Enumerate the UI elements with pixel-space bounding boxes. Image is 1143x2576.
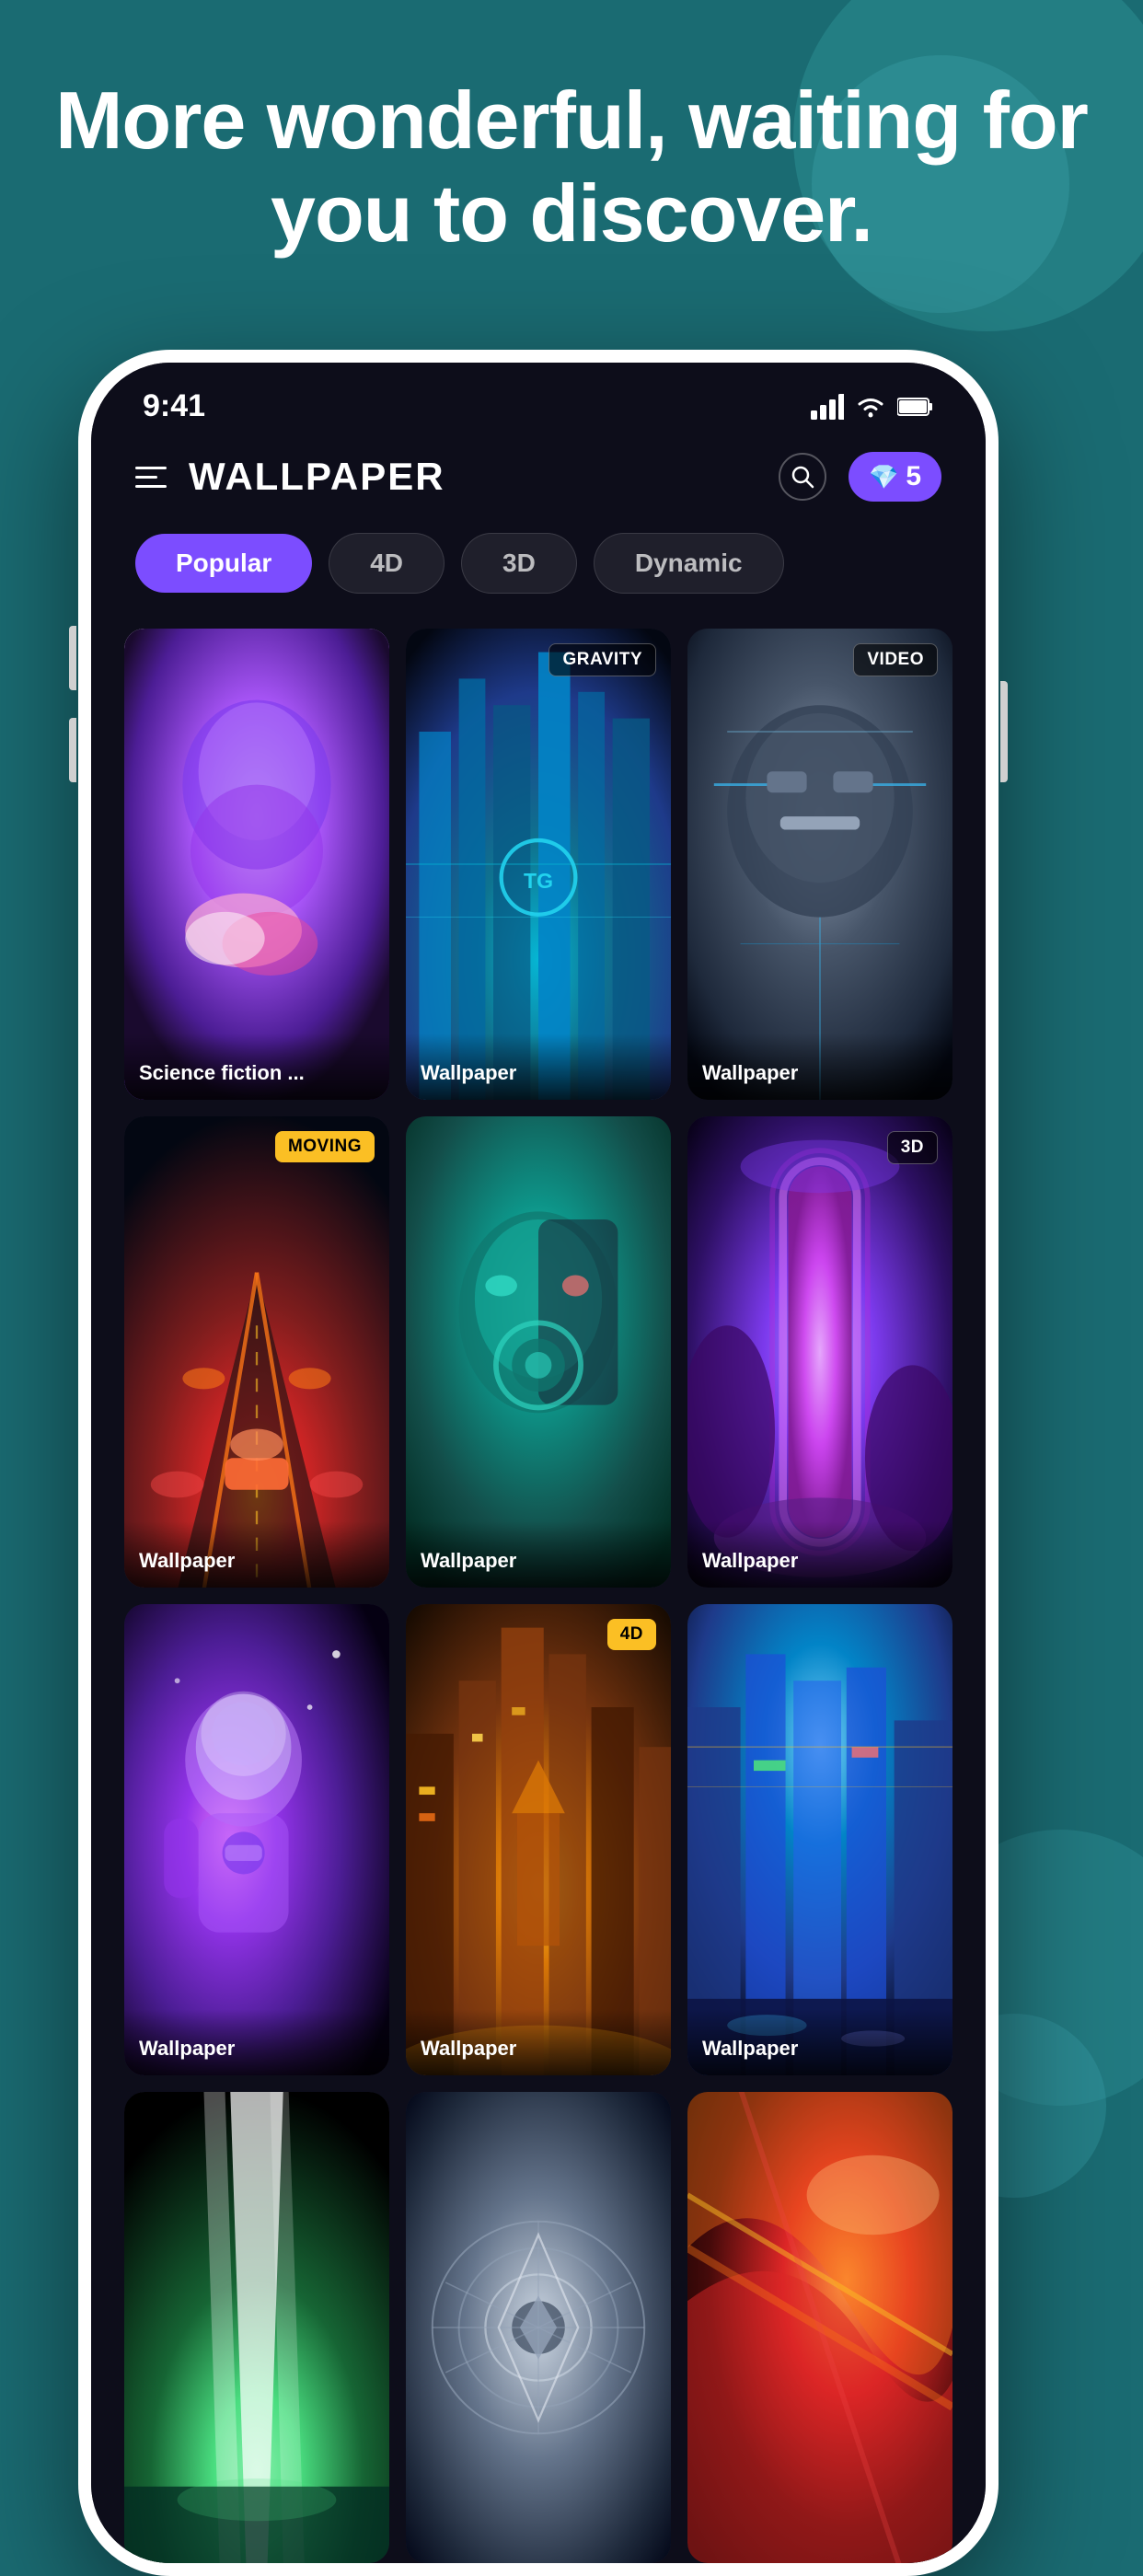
card-7-label-text: Wallpaper [139, 2037, 235, 2060]
card-9-label: Wallpaper [687, 2009, 952, 2075]
tab-dynamic[interactable]: Dynamic [594, 533, 784, 594]
card-4-label-text: Wallpaper [139, 1549, 235, 1572]
menu-line-1 [135, 467, 167, 469]
tab-3d[interactable]: 3D [461, 533, 577, 594]
status-icons [811, 394, 934, 420]
status-time: 9:41 [143, 388, 205, 424]
phone-screen: 9:41 [91, 363, 986, 2563]
hero-title: More wonderful, waiting for you to disco… [55, 74, 1088, 260]
card-6-label-text: Wallpaper [702, 1549, 798, 1572]
card-5-label: Wallpaper [406, 1521, 671, 1588]
wallpaper-card-3[interactable]: VIDEO Wallpaper [687, 629, 952, 1100]
card-2-badge: GRAVITY [548, 643, 656, 676]
card-5-label-text: Wallpaper [421, 1549, 516, 1572]
card-art-1 [124, 629, 389, 1100]
status-bar: 9:41 [91, 363, 986, 433]
card-art-9 [687, 1604, 952, 2075]
card-art-3 [687, 629, 952, 1100]
search-button[interactable] [779, 453, 826, 501]
card-art-6 [687, 1116, 952, 1588]
menu-button[interactable] [135, 467, 167, 488]
svg-text:TG: TG [524, 869, 553, 893]
card-4-badge: MOVING [275, 1131, 375, 1162]
volume-up-button [69, 626, 76, 690]
wallpaper-card-7[interactable]: Wallpaper [124, 1604, 389, 2075]
wallpaper-card-9[interactable]: Wallpaper [687, 1604, 952, 2075]
card-2-label-text: Wallpaper [421, 1061, 516, 1084]
card-6-badge: 3D [887, 1131, 938, 1164]
card-art-7 [124, 1604, 389, 2075]
menu-line-2 [135, 476, 157, 479]
phone-mockup: 9:41 [78, 350, 1072, 2576]
menu-line-3 [135, 485, 167, 488]
gem-count: 5 [906, 461, 921, 492]
card-8-label-text: Wallpaper [421, 2037, 516, 2060]
header-left: WALLPAPER [135, 455, 445, 499]
wallpaper-card-10[interactable] [124, 2092, 389, 2563]
search-icon [791, 465, 814, 489]
volume-down-button [69, 718, 76, 782]
card-1-label: Science fiction ... [124, 1034, 389, 1100]
phone-frame: 9:41 [78, 350, 999, 2576]
wallpaper-card-8[interactable]: 4D Wallpaper [406, 1604, 671, 2075]
card-art-10 [124, 2092, 389, 2563]
card-6-label: Wallpaper [687, 1521, 952, 1588]
battery-icon [897, 397, 934, 417]
tab-4d[interactable]: 4D [329, 533, 444, 594]
signal-icon [811, 394, 844, 420]
header-right: 💎 5 [779, 452, 941, 502]
app-header: WALLPAPER 💎 5 [91, 433, 986, 520]
tab-popular[interactable]: Popular [135, 534, 312, 593]
wallpaper-card-11[interactable] [406, 2092, 671, 2563]
app-title: WALLPAPER [189, 455, 445, 499]
power-button [1000, 681, 1008, 782]
card-art-5 [406, 1116, 671, 1588]
category-tabs: Popular 4D 3D Dynamic [91, 520, 986, 616]
gem-icon: 💎 [869, 463, 898, 491]
wallpaper-card-5[interactable]: Wallpaper [406, 1116, 671, 1588]
card-art-11 [406, 2092, 671, 2563]
card-3-badge: VIDEO [853, 643, 938, 676]
card-3-label: Wallpaper [687, 1034, 952, 1100]
card-3-label-text: Wallpaper [702, 1061, 798, 1084]
card-9-label-text: Wallpaper [702, 2037, 798, 2060]
wallpaper-card-4[interactable]: MOVING Wallpaper [124, 1116, 389, 1588]
wallpaper-card-6[interactable]: 3D Wallpaper [687, 1116, 952, 1588]
card-art-12 [687, 2092, 952, 2563]
wifi-icon [855, 394, 886, 420]
card-8-badge: 4D [607, 1619, 656, 1650]
card-2-label: Wallpaper [406, 1034, 671, 1100]
wallpaper-card-2[interactable]: TG GRAVITY Wallpaper [406, 629, 671, 1100]
card-art-2: TG [406, 629, 671, 1100]
card-art-8 [406, 1604, 671, 2075]
wallpaper-card-12[interactable] [687, 2092, 952, 2563]
card-1-label-text: Science fiction ... [139, 1061, 305, 1084]
card-4-label: Wallpaper [124, 1521, 389, 1588]
card-art-4 [124, 1116, 389, 1588]
card-7-label: Wallpaper [124, 2009, 389, 2075]
card-8-label: Wallpaper [406, 2009, 671, 2075]
gems-badge[interactable]: 💎 5 [849, 452, 941, 502]
wallpaper-card-1[interactable]: Science fiction ... [124, 629, 389, 1100]
wallpaper-grid: Science fiction ... [91, 616, 986, 2563]
hero-section: More wonderful, waiting for you to disco… [55, 74, 1088, 260]
